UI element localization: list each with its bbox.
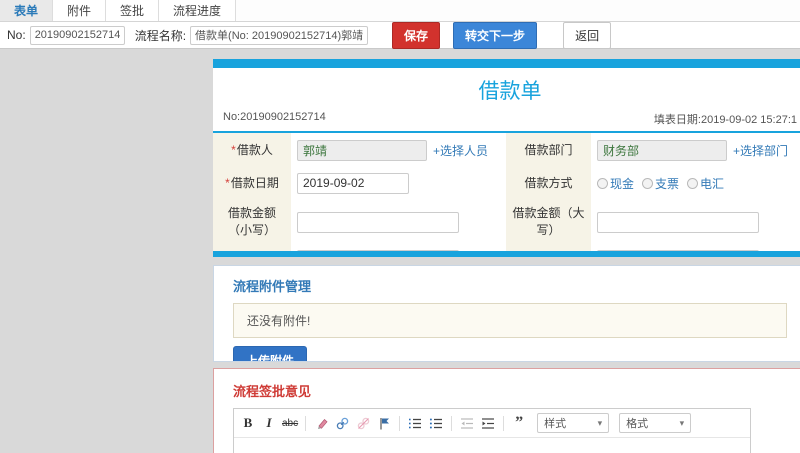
no-label: No: [7, 28, 26, 42]
italic-icon[interactable]: I [261, 415, 277, 431]
panel-top-accent-bar [213, 59, 800, 68]
pay-method-radio-group: 现金 支票 电汇 [597, 175, 800, 192]
bold-icon[interactable]: B [240, 415, 256, 431]
form-title: 借款单 [478, 80, 542, 103]
amount-big-label: 借款金额（大写） [512, 206, 585, 237]
borrower-label: 借款人 [236, 142, 273, 157]
flow-name-input[interactable] [190, 25, 369, 45]
table-row: *借款人 +选择人员 借款部门 +选择部门 [213, 133, 800, 167]
pay-method-label-cell: 借款方式 [506, 167, 591, 199]
format-select[interactable]: 格式 ▾ [619, 413, 692, 433]
loan-date-label: 借款日期 [230, 175, 279, 190]
dept-value-cell: +选择部门 [591, 133, 800, 167]
no-input[interactable] [29, 25, 125, 45]
radio-wire[interactable]: 电汇 [687, 175, 724, 192]
radio-circle-icon[interactable] [642, 177, 654, 189]
bullet-list-icon[interactable] [428, 415, 444, 431]
radio-circle-icon[interactable] [597, 177, 608, 189]
required-asterisk: * [225, 175, 230, 190]
radio-cash-label: 现金 [610, 176, 635, 191]
amount-small-label-cell: 借款金额（小写） [213, 199, 291, 245]
borrower-value-cell: +选择人员 [291, 133, 506, 167]
style-select-label: 样式 [544, 418, 567, 430]
back-button[interactable]: 返回 [563, 21, 612, 49]
toolbar-separator [451, 415, 453, 431]
flag-anchor-icon[interactable] [376, 415, 392, 431]
flow-name-label: 流程名称: [134, 28, 187, 43]
form-meta-row: No:20190902152714 填表日期:2019-09-02 15:27:… [213, 108, 800, 131]
loan-form-table: *借款人 +选择人员 借款部门 +选择部门 *借款日期 借款方式 现金 支票 [213, 133, 800, 257]
remove-format-icon[interactable] [313, 415, 329, 431]
loan-date-label-cell: *借款日期 [213, 167, 291, 199]
ordered-list-icon[interactable] [407, 415, 423, 431]
loan-form-panel: 借款单 No:20190902152714 填表日期:2019-09-02 15… [213, 59, 800, 257]
chevron-down-icon: ▾ [679, 417, 685, 428]
attachments-heading: 流程附件管理 [233, 279, 312, 294]
upload-attachment-button[interactable]: 上传附件 [233, 346, 308, 361]
save-button[interactable]: 保存 [392, 21, 441, 49]
radio-cheque-label: 支票 [655, 176, 680, 191]
choose-person-link[interactable]: +选择人员 [433, 144, 488, 158]
choose-dept-link[interactable]: +选择部门 [733, 144, 788, 158]
table-row: *借款日期 借款方式 现金 支票 电汇 [213, 167, 800, 199]
tab-signoff[interactable]: 签批 [106, 0, 160, 21]
strikethrough-icon[interactable]: abc [282, 415, 298, 431]
link-icon[interactable] [334, 415, 350, 431]
loan-date-input[interactable] [297, 172, 409, 194]
borrower-input[interactable] [297, 139, 427, 161]
radio-cheque[interactable]: 支票 [642, 175, 679, 192]
amount-big-input[interactable] [597, 211, 759, 233]
toolbar-separator [399, 415, 401, 431]
panel-bottom-accent-bar [213, 251, 800, 257]
tab-flow-progress[interactable]: 流程进度 [159, 0, 237, 21]
forward-next-step-button[interactable]: 转交下一步 [453, 21, 538, 49]
tab-bar: 表单 附件 签批 流程进度 [0, 0, 800, 22]
amount-small-input[interactable] [297, 211, 459, 233]
top-toolbar: No: 流程名称: 保存 转交下一步 返回 [0, 21, 800, 49]
signoff-heading: 流程签批意见 [233, 384, 312, 399]
radio-circle-icon[interactable] [687, 177, 699, 189]
pay-method-label: 借款方式 [524, 175, 573, 190]
tab-form[interactable]: 表单 [0, 0, 54, 21]
style-select[interactable]: 样式 ▾ [537, 413, 610, 433]
tab-attachments[interactable]: 附件 [53, 0, 107, 21]
unlink-icon[interactable] [355, 415, 371, 431]
chevron-down-icon: ▾ [597, 417, 603, 428]
form-date-text: 填表日期:2019-09-02 15:27:1 [653, 114, 797, 126]
dept-label: 借款部门 [524, 142, 573, 157]
required-asterisk: * [231, 142, 236, 157]
toolbar-separator [305, 415, 307, 431]
toolbar-separator [503, 415, 505, 431]
pay-method-value-cell: 现金 支票 电汇 [591, 167, 800, 199]
dept-label-cell: 借款部门 [506, 133, 591, 167]
editor-toolbar: B I abc ” 样式 ▾ 格式 ▾ [234, 409, 750, 438]
loan-date-value-cell [291, 167, 506, 199]
indent-icon[interactable] [480, 415, 496, 431]
form-no-text: No:20190902152714 [223, 111, 326, 123]
amount-small-label: 借款金额（小写） [227, 206, 276, 237]
format-select-label: 格式 [626, 418, 649, 430]
amount-big-label-cell: 借款金额（大写） [506, 199, 591, 245]
radio-cash[interactable]: 现金 [597, 175, 634, 192]
amount-small-value-cell [291, 199, 506, 245]
blockquote-icon[interactable]: ” [511, 415, 527, 431]
attachments-panel: 流程附件管理 还没有附件! 上传附件 [213, 265, 800, 362]
radio-wire-label: 电汇 [700, 176, 725, 191]
dept-input[interactable] [597, 139, 727, 161]
rich-text-editor: B I abc ” 样式 ▾ 格式 ▾ [233, 408, 751, 453]
borrower-label-cell: *借款人 [213, 133, 291, 167]
amount-big-value-cell [591, 199, 800, 245]
table-row: 借款金额（小写） 借款金额（大写） [213, 199, 800, 245]
editor-content-area[interactable] [234, 438, 750, 453]
signoff-panel: 流程签批意见 B I abc ” 样式 ▾ 格式 ▾ [213, 368, 800, 453]
outdent-icon[interactable] [459, 415, 475, 431]
no-attachments-notice: 还没有附件! [233, 303, 787, 338]
